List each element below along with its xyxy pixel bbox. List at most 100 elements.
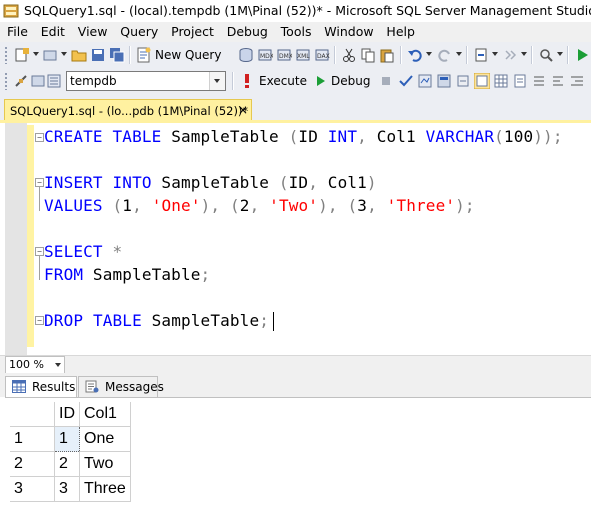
debug-play-icon[interactable]: [312, 73, 328, 89]
open-folder-icon[interactable]: [71, 47, 87, 63]
save-icon[interactable]: [90, 47, 106, 63]
dax-query-icon[interactable]: DAX: [314, 47, 330, 63]
toolbar-separator: [567, 46, 569, 64]
code-token: 100: [503, 127, 534, 146]
find-dropdown-icon[interactable]: [557, 52, 563, 56]
grid-cell[interactable]: Two: [79, 451, 131, 477]
connect-icon[interactable]: [13, 73, 29, 89]
table-row[interactable]: 3 3 Three: [10, 476, 131, 502]
results-to-file-icon[interactable]: [512, 73, 528, 89]
outline-collapse-icon[interactable]: −: [35, 133, 44, 142]
xmla-query-icon[interactable]: XML: [295, 47, 311, 63]
outline-collapse-icon[interactable]: −: [35, 316, 44, 325]
results-grid[interactable]: ID Col1 1 1 One 2 2 Two 3 3 Three: [5, 397, 591, 525]
forward-dropdown-icon[interactable]: [521, 52, 527, 56]
undo-dropdown-icon[interactable]: [426, 52, 432, 56]
menu-tools[interactable]: Tools: [281, 22, 312, 39]
grid-cell[interactable]: 2: [54, 451, 80, 477]
svg-text:MDX: MDX: [260, 53, 273, 60]
grid-cell[interactable]: Three: [79, 476, 131, 502]
table-row[interactable]: 2 2 Two: [10, 451, 131, 477]
paste-icon[interactable]: [379, 47, 395, 63]
save-all-icon[interactable]: [109, 47, 125, 63]
results-to-grid-icon[interactable]: [493, 73, 509, 89]
code-token: TABLE: [92, 311, 142, 330]
cut-icon[interactable]: [341, 47, 357, 63]
new-query-icon[interactable]: [136, 47, 152, 63]
available-databases-select[interactable]: tempdb: [66, 71, 226, 91]
row-number[interactable]: 2: [10, 451, 55, 477]
uncomment-icon[interactable]: [550, 73, 566, 89]
add-item-icon[interactable]: [42, 47, 58, 63]
menu-view[interactable]: View: [78, 22, 108, 39]
grid-cell[interactable]: One: [79, 426, 131, 452]
start-debugging-icon[interactable]: [574, 47, 590, 63]
dmx-query-icon[interactable]: DMX: [276, 47, 292, 63]
estimated-plan-icon[interactable]: [417, 73, 433, 89]
zoom-select[interactable]: 100 %: [5, 356, 65, 374]
object-explorer-icon[interactable]: [46, 73, 62, 89]
menu-file[interactable]: File: [7, 22, 28, 39]
intellisense-icon[interactable]: [455, 73, 471, 89]
add-item-dropdown-icon[interactable]: [61, 52, 67, 56]
new-project-dropdown-icon[interactable]: [33, 52, 39, 56]
decrease-indent-icon[interactable]: [569, 73, 585, 89]
results-to-text-icon[interactable]: [474, 73, 490, 89]
zoom-dropdown-icon[interactable]: [55, 363, 61, 367]
find-icon[interactable]: [538, 47, 554, 63]
menu-debug[interactable]: Debug: [227, 22, 268, 39]
new-project-icon[interactable]: [14, 47, 30, 63]
debug-button[interactable]: Debug: [331, 74, 370, 88]
comment-out-icon[interactable]: [531, 73, 547, 89]
execute-button[interactable]: Execute: [259, 74, 307, 88]
navigate-forward-icon[interactable]: [502, 47, 518, 63]
toolbar-grip[interactable]: [4, 72, 8, 90]
new-query-button[interactable]: New Query: [155, 48, 221, 62]
code-token: );: [455, 196, 475, 215]
navigate-dropdown-icon[interactable]: [492, 52, 498, 56]
table-row[interactable]: 1 1 One: [10, 426, 131, 452]
db-engine-query-icon[interactable]: [238, 47, 254, 63]
tab-results[interactable]: Results: [5, 376, 77, 397]
menu-query[interactable]: Query: [120, 22, 158, 39]
row-number[interactable]: 3: [10, 476, 55, 502]
close-tab-icon[interactable]: ×: [238, 103, 248, 117]
grid-cell[interactable]: 3: [54, 476, 80, 502]
code-token: Col1: [366, 127, 426, 146]
cancel-query-icon[interactable]: [378, 73, 394, 89]
undo-icon[interactable]: [407, 47, 423, 63]
code-token: DROP: [44, 311, 84, 330]
copy-icon[interactable]: [360, 47, 376, 63]
redo-icon[interactable]: [437, 47, 453, 63]
svg-text:DMX: DMX: [279, 53, 292, 60]
code-token: (: [112, 196, 123, 215]
row-header-corner[interactable]: [10, 402, 55, 427]
tab-results-label: Results: [32, 380, 76, 394]
outline-collapse-icon[interactable]: −: [35, 178, 44, 187]
query-designer-icon[interactable]: [436, 73, 452, 89]
ssms-app-icon[interactable]: [3, 3, 19, 19]
change-connection-icon[interactable]: [30, 73, 46, 89]
tab-sqlquery1[interactable]: SQLQuery1.sql - (lo...pdb (1M\Pinal (52)…: [4, 99, 252, 122]
menu-help[interactable]: Help: [386, 22, 415, 39]
menu-edit[interactable]: Edit: [41, 22, 65, 39]
menu-window[interactable]: Window: [324, 22, 373, 39]
navigate-backward-icon[interactable]: [473, 47, 489, 63]
analysis-query-icon[interactable]: MDX: [257, 47, 273, 63]
outline-line: [39, 256, 40, 280]
grid-cell[interactable]: 1: [54, 426, 80, 452]
row-number[interactable]: 1: [10, 426, 55, 452]
toolbar-separator: [129, 46, 131, 64]
parse-checkmark-icon[interactable]: [398, 73, 414, 89]
database-dropdown-icon[interactable]: [209, 72, 225, 90]
tab-messages[interactable]: Messages: [78, 376, 164, 397]
menu-project[interactable]: Project: [171, 22, 214, 39]
outline-collapse-icon[interactable]: −: [35, 247, 44, 256]
column-header[interactable]: ID: [54, 402, 80, 427]
toolbar-grip[interactable]: [4, 46, 8, 64]
redo-dropdown-icon[interactable]: [456, 52, 462, 56]
execute-icon[interactable]: [239, 73, 255, 89]
column-header[interactable]: Col1: [79, 402, 131, 427]
